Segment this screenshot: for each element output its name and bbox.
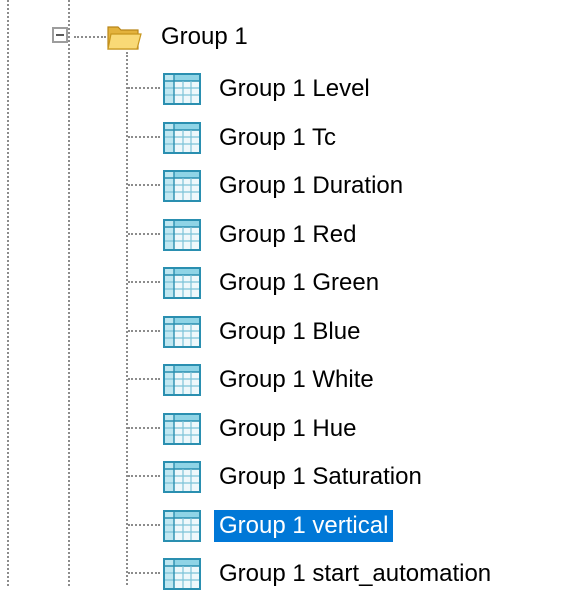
tree-item-label[interactable]: Group 1 Green bbox=[214, 267, 384, 299]
table-icon bbox=[163, 509, 201, 542]
table-icon bbox=[163, 73, 201, 105]
table-icon bbox=[163, 315, 201, 348]
tree-item-7[interactable]: Group 1 Hue bbox=[0, 404, 578, 452]
tree-item-4[interactable]: Group 1 Green bbox=[0, 258, 578, 306]
tree-item-2[interactable]: Group 1 Duration bbox=[0, 161, 578, 209]
tree-connector-line bbox=[128, 329, 160, 332]
table-icon bbox=[163, 170, 201, 202]
tree-item-label[interactable]: Group 1 Level bbox=[214, 73, 375, 105]
tree-item-label[interactable]: Group 1 vertical bbox=[214, 509, 394, 542]
collapse-toggle-icon[interactable] bbox=[52, 27, 68, 43]
tree-connector-line bbox=[128, 232, 160, 235]
tree-item-label[interactable]: Group 1 Red bbox=[214, 219, 361, 251]
table-icon bbox=[163, 267, 201, 299]
table-icon bbox=[163, 412, 201, 445]
tree-item-3[interactable]: Group 1 Red bbox=[0, 210, 578, 258]
tree-item-label[interactable]: Group 1 White bbox=[214, 364, 379, 396]
tree-connector-line bbox=[74, 36, 106, 38]
tree-item-1[interactable]: Group 1 Tc bbox=[0, 113, 578, 161]
tree-connector-line bbox=[128, 184, 160, 186]
folder-open-icon bbox=[107, 26, 142, 50]
tree-item-label[interactable]: Group 1 Saturation bbox=[214, 461, 427, 493]
tree-connector-line bbox=[128, 426, 160, 429]
tree-connector-line bbox=[128, 523, 160, 526]
tree-item-label[interactable]: Group 1 Blue bbox=[214, 316, 365, 348]
table-icon bbox=[163, 461, 201, 493]
tree-item-label[interactable]: Group 1 Duration bbox=[214, 170, 408, 202]
tree-item-label[interactable]: Group 1 Hue bbox=[214, 413, 361, 445]
tree-connector-line bbox=[128, 135, 160, 138]
tree-connector-line bbox=[128, 378, 160, 380]
tree-node-group-label[interactable]: Group 1 bbox=[156, 22, 253, 52]
table-icon bbox=[163, 121, 201, 154]
tree-item-5[interactable]: Group 1 Blue bbox=[0, 307, 578, 355]
tree-connector-line bbox=[128, 281, 160, 283]
tree-view[interactable]: Group 1 Group 1 Level Group 1 Tc Group 1… bbox=[0, 0, 578, 590]
tree-connector-line bbox=[128, 572, 160, 574]
table-icon bbox=[163, 218, 201, 251]
tree-item-label[interactable]: Group 1 start_automation bbox=[214, 558, 496, 590]
tree-connector-line bbox=[128, 87, 160, 89]
tree-item-9[interactable]: Group 1 vertical bbox=[0, 501, 578, 549]
tree-item-8[interactable]: Group 1 Saturation bbox=[0, 452, 578, 500]
table-icon bbox=[163, 364, 201, 396]
tree-item-label[interactable]: Group 1 Tc bbox=[214, 122, 341, 154]
tree-item-0[interactable]: Group 1 Level bbox=[0, 64, 578, 112]
tree-connector-line bbox=[128, 475, 160, 477]
tree-item-10[interactable]: Group 1 start_automation bbox=[0, 549, 578, 597]
tree-item-6[interactable]: Group 1 White bbox=[0, 355, 578, 403]
